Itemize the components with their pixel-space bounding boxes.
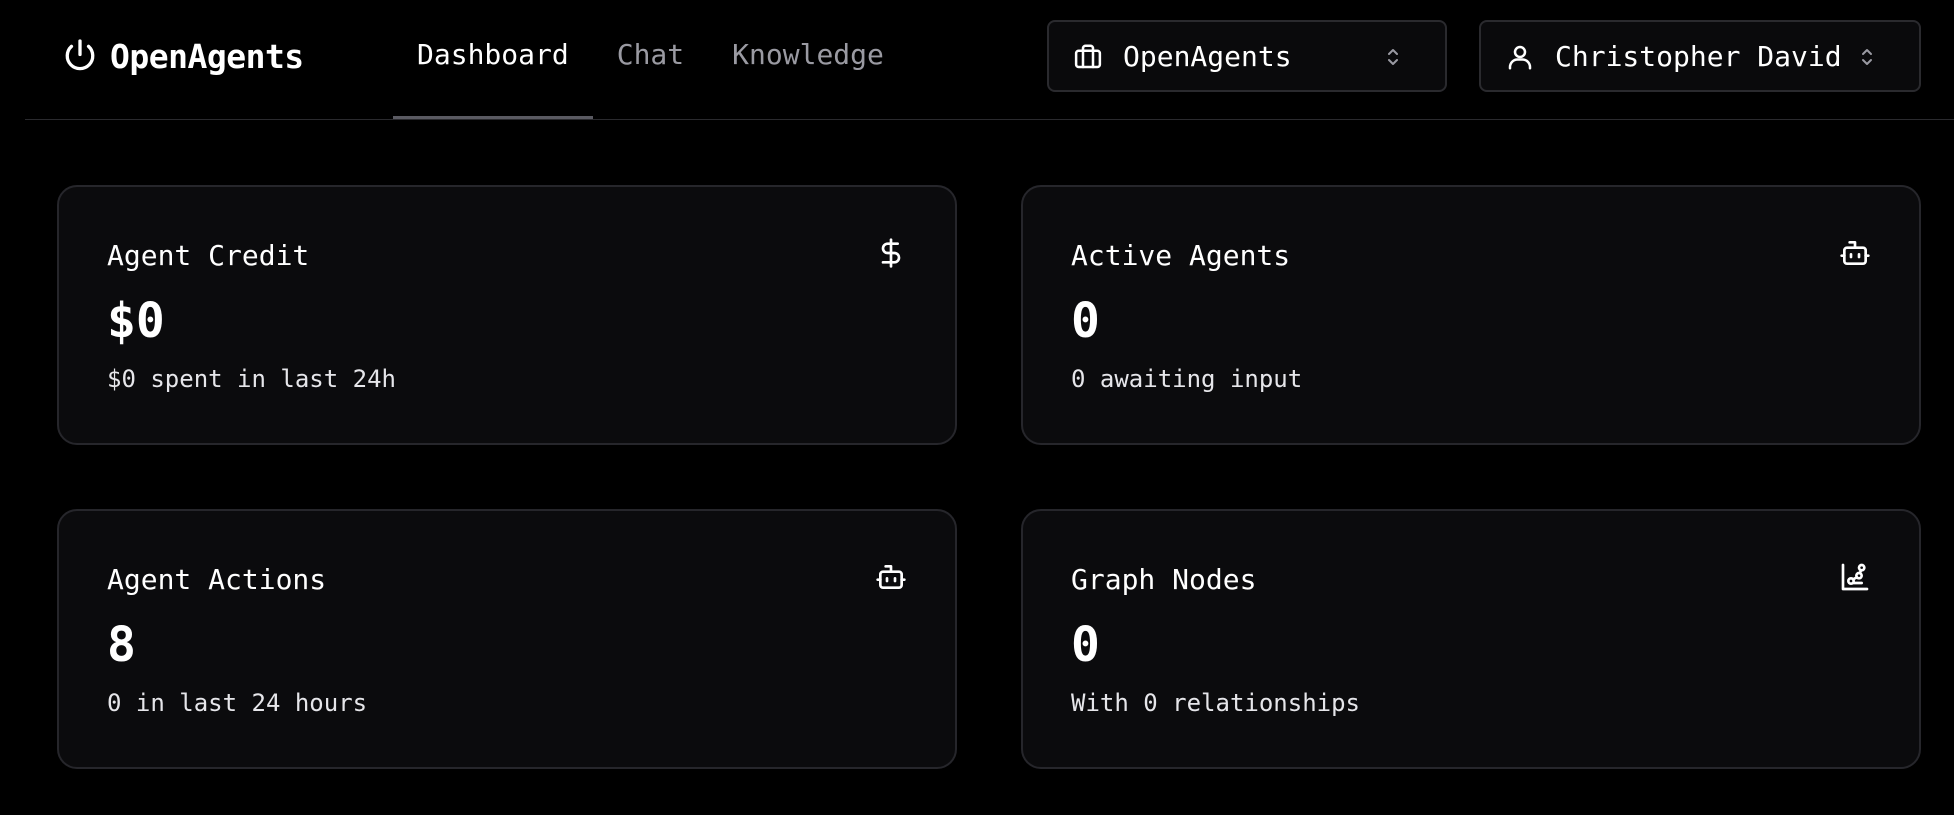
stat-card-graph-nodes: Graph Nodes 0 With 0 relationships [1021,509,1921,769]
stat-card-active-agents: Active Agents 0 0 awaiting input [1021,185,1921,445]
card-value: 8 [107,617,136,673]
card-title: Graph Nodes [1071,563,1257,596]
stat-card-agent-credit: Agent Credit $0 $0 spent in last 24h [57,185,957,445]
header-divider [25,119,1954,120]
bot-icon [1839,237,1871,269]
card-title: Agent Actions [107,563,327,596]
organization-name: OpenAgents [1123,39,1292,73]
user-icon [1505,42,1535,76]
tab-label: Chat [616,37,685,71]
chevrons-up-down-icon [1855,44,1879,74]
dollar-icon [875,237,907,269]
organization-selector[interactable]: OpenAgents [1047,20,1447,92]
card-title: Agent Credit [107,239,310,272]
card-subtitle: 0 awaiting input [1071,365,1303,393]
top-navigation-bar: OpenAgents Dashboard Chat Knowledge Open… [0,0,1954,120]
card-value: 0 [1071,293,1100,349]
main-nav-tabs: Dashboard Chat Knowledge [393,0,908,120]
brand-logo[interactable]: OpenAgents [62,36,304,76]
user-selector[interactable]: Christopher David [1479,20,1921,92]
card-subtitle: With 0 relationships [1071,689,1360,717]
chevrons-up-down-icon [1381,44,1405,74]
bot-icon [875,561,907,593]
card-value: $0 [107,293,165,349]
tab-knowledge[interactable]: Knowledge [708,0,908,120]
briefcase-icon [1073,42,1103,76]
card-title: Active Agents [1071,239,1291,272]
tab-dashboard[interactable]: Dashboard [393,0,593,120]
tab-label: Dashboard [417,37,569,71]
card-subtitle: $0 spent in last 24h [107,365,396,393]
tab-label: Knowledge [732,37,884,71]
stat-card-agent-actions: Agent Actions 8 0 in last 24 hours [57,509,957,769]
user-name: Christopher David [1555,39,1842,73]
tab-chat[interactable]: Chat [593,0,708,120]
graph-chart-icon [1839,561,1871,593]
card-value: 0 [1071,617,1100,673]
card-subtitle: 0 in last 24 hours [107,689,368,717]
power-icon [62,38,98,74]
brand-name: OpenAgents [110,36,304,76]
